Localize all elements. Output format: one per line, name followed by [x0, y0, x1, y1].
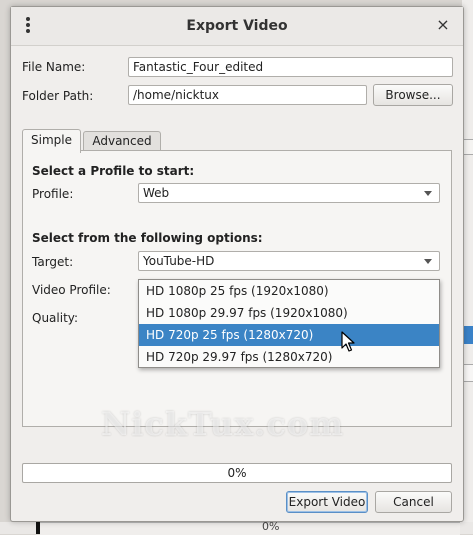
options-heading: Select from the following options: [32, 231, 263, 245]
quality-label: Quality: [32, 311, 79, 325]
folder-path-label: Folder Path: [22, 89, 94, 103]
tab-advanced[interactable]: Advanced [83, 131, 161, 151]
close-icon[interactable]: × [433, 15, 453, 35]
cancel-button[interactable]: Cancel [375, 491, 452, 513]
target-label: Target: [32, 255, 74, 269]
folder-path-input[interactable]: /home/nicktux [128, 85, 367, 105]
chevron-down-icon [424, 191, 432, 196]
background-progress-bar [40, 522, 460, 535]
watermark: NickTux.com [101, 405, 345, 443]
video-profile-option[interactable]: HD 720p 29.97 fps (1280x720) [139, 346, 439, 368]
video-profile-option[interactable]: HD 1080p 25 fps (1920x1080) [139, 280, 439, 302]
export-video-button[interactable]: Export Video [286, 491, 368, 513]
target-select[interactable]: YouTube-HD [138, 251, 440, 271]
background-progress-area: 0% [0, 520, 473, 535]
file-name-label: File Name: [22, 60, 86, 74]
video-profile-dropdown[interactable]: HD 1080p 25 fps (1920x1080) HD 1080p 29.… [138, 279, 440, 368]
video-profile-option[interactable]: HD 1080p 29.97 fps (1920x1080) [139, 302, 439, 324]
title-bar: Export Video × [11, 7, 463, 46]
video-profile-option-selected[interactable]: HD 720p 25 fps (1280x720) [139, 324, 439, 346]
dialog-title: Export Video [186, 18, 288, 34]
profile-label: Profile: [32, 187, 74, 201]
file-name-input[interactable]: Fantastic_Four_edited [128, 57, 453, 77]
tab-simple[interactable]: Simple [22, 129, 81, 153]
export-progress-bar: 0% [22, 463, 452, 483]
browse-button[interactable]: Browse... [373, 84, 453, 106]
profile-select[interactable]: Web [138, 183, 440, 203]
mouse-cursor-icon [341, 331, 355, 352]
export-video-dialog: Export Video × File Name: Fantastic_Four… [10, 6, 464, 522]
chevron-down-icon [424, 259, 432, 264]
video-profile-label: Video Profile: [32, 283, 111, 297]
profile-heading: Select a Profile to start: [32, 164, 195, 178]
profile-select-value: Web [143, 186, 170, 200]
target-select-value: YouTube-HD [143, 254, 215, 268]
